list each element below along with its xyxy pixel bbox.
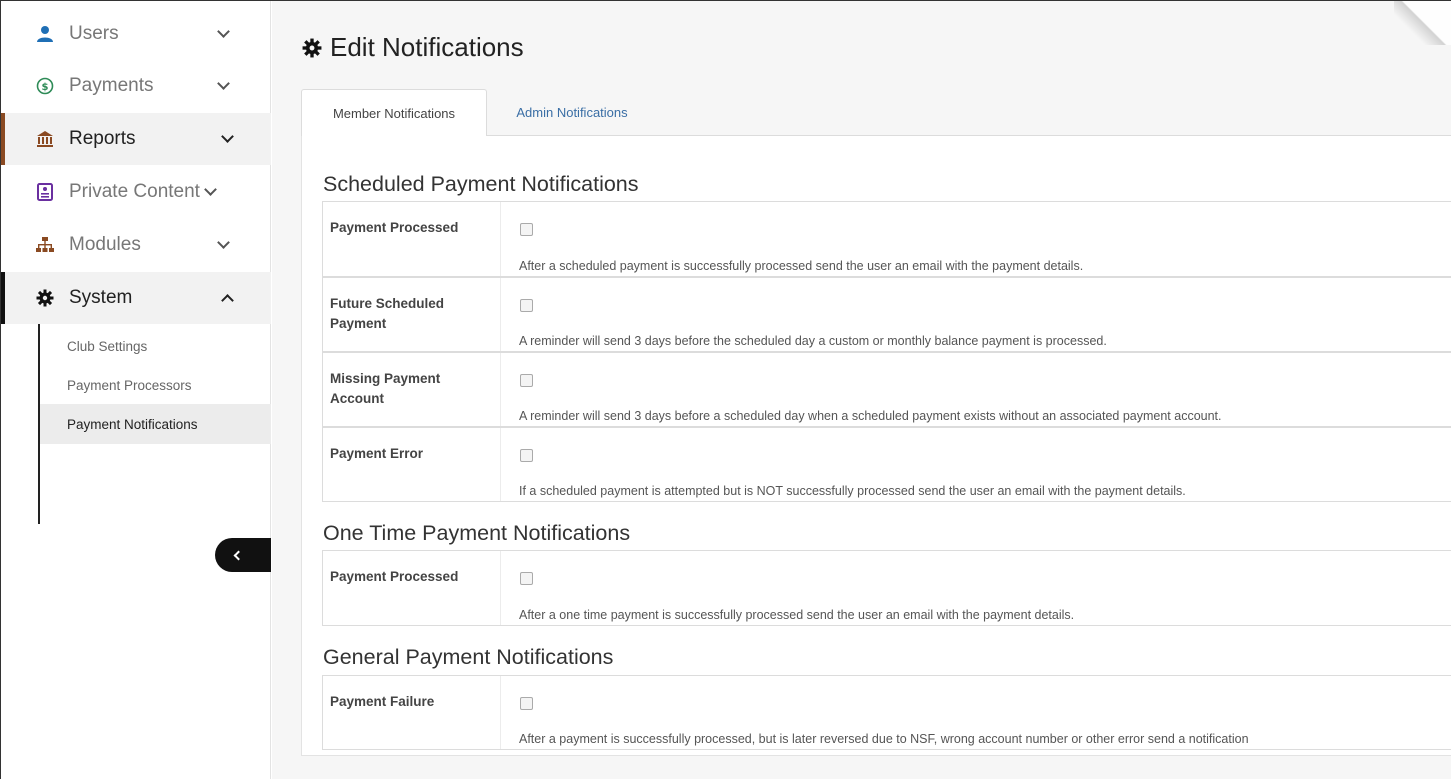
chevron-down-icon xyxy=(204,183,217,196)
notification-row: Future Scheduled Payment A reminder will… xyxy=(322,277,1451,352)
gear-icon xyxy=(35,288,55,308)
notification-checkbox[interactable] xyxy=(520,697,533,710)
tab-bar: Member Notifications Admin Notifications xyxy=(301,89,1451,137)
sidebar-item-private-content[interactable]: Private Content xyxy=(1,166,271,218)
sidebar-item-label: Private Content xyxy=(69,181,200,202)
row-description: After a one time payment is successfully… xyxy=(519,608,1075,622)
page-curl xyxy=(1394,1,1451,45)
chevron-left-icon xyxy=(233,550,243,560)
svg-text:$: $ xyxy=(42,82,49,93)
section-title: One Time Payment Notifications xyxy=(323,521,631,545)
row-divider xyxy=(500,278,501,351)
sidebar-item-system[interactable]: System xyxy=(1,272,271,324)
row-divider xyxy=(500,551,501,625)
subitem-club-settings[interactable]: Club Settings xyxy=(40,326,271,366)
subitem-payment-notifications[interactable]: Payment Notifications xyxy=(40,404,271,444)
sidebar-item-label: Users xyxy=(69,23,119,44)
notification-row: Payment Error If a scheduled payment is … xyxy=(322,427,1451,502)
row-divider xyxy=(500,202,501,276)
row-label: Payment Processed xyxy=(330,569,459,584)
row-description: If a scheduled payment is attempted but … xyxy=(519,484,1186,498)
row-description: After a payment is successfully processe… xyxy=(519,732,1249,746)
page-title: Edit Notifications xyxy=(302,32,524,63)
gear-icon xyxy=(302,38,322,58)
notification-checkbox[interactable] xyxy=(520,374,533,387)
subitem-label: Payment Processors xyxy=(67,377,192,393)
section-title: General Payment Notifications xyxy=(323,645,614,669)
row-label: Future Scheduled Payment xyxy=(330,296,445,331)
dollar-circle-icon: $ xyxy=(35,76,55,96)
tab-admin-notifications[interactable]: Admin Notifications xyxy=(487,89,657,136)
sidebar: Users $ Payments Reports Private Content… xyxy=(1,1,271,779)
row-label: Payment Error xyxy=(330,446,424,461)
row-label: Missing Payment Account xyxy=(330,371,441,406)
row-description: A reminder will send 3 days before a sch… xyxy=(519,409,1222,423)
tab-member-notifications[interactable]: Member Notifications xyxy=(301,89,487,137)
notification-row: Payment Failure After a payment is succe… xyxy=(322,675,1451,750)
id-card-icon xyxy=(35,182,55,202)
subitem-label: Club Settings xyxy=(67,338,148,354)
collapse-sidebar-button[interactable] xyxy=(215,538,271,572)
row-description: A reminder will send 3 days before the s… xyxy=(519,334,1107,348)
subitem-label: Payment Notifications xyxy=(67,416,198,432)
row-divider xyxy=(500,676,501,749)
chevron-down-icon xyxy=(221,130,234,143)
tab-label: Admin Notifications xyxy=(516,105,628,120)
bank-icon xyxy=(35,129,55,149)
page-title-text: Edit Notifications xyxy=(330,32,524,62)
sidebar-item-label: Payments xyxy=(69,75,154,96)
chevron-down-icon xyxy=(217,236,230,249)
tab-label: Member Notifications xyxy=(332,105,456,121)
notification-checkbox[interactable] xyxy=(520,449,533,462)
notification-row: Payment Processed After a scheduled paym… xyxy=(322,201,1451,277)
notification-row: Payment Processed After a one time payme… xyxy=(322,550,1451,626)
chevron-up-icon xyxy=(221,294,234,307)
notification-checkbox[interactable] xyxy=(520,299,533,312)
sidebar-item-label: System xyxy=(69,287,133,308)
subitem-payment-processors[interactable]: Payment Processors xyxy=(40,365,271,405)
sitemap-icon xyxy=(35,235,55,255)
row-divider xyxy=(500,428,501,501)
section-title: Scheduled Payment Notifications xyxy=(323,172,639,196)
chevron-down-icon xyxy=(217,77,230,90)
row-label: Payment Processed xyxy=(330,220,459,235)
notification-row: Missing Payment Account A reminder will … xyxy=(322,352,1451,427)
user-icon xyxy=(35,24,55,44)
sidebar-item-reports[interactable]: Reports xyxy=(1,113,271,165)
notification-checkbox[interactable] xyxy=(520,223,533,236)
row-description: After a scheduled payment is successfull… xyxy=(519,259,1084,273)
row-divider xyxy=(500,353,501,426)
sidebar-item-label: Modules xyxy=(69,234,141,255)
chevron-down-icon xyxy=(217,25,230,38)
main-content: Edit Notifications Member Notifications … xyxy=(272,1,1451,779)
notifications-panel: Scheduled Payment Notifications Payment … xyxy=(301,136,1451,756)
sidebar-item-modules[interactable]: Modules xyxy=(1,219,271,271)
row-label: Payment Failure xyxy=(330,694,435,709)
sidebar-item-label: Reports xyxy=(69,128,136,149)
notification-checkbox[interactable] xyxy=(520,572,533,585)
sidebar-item-users[interactable]: Users xyxy=(1,8,271,60)
sidebar-item-payments[interactable]: $ Payments xyxy=(1,60,271,112)
